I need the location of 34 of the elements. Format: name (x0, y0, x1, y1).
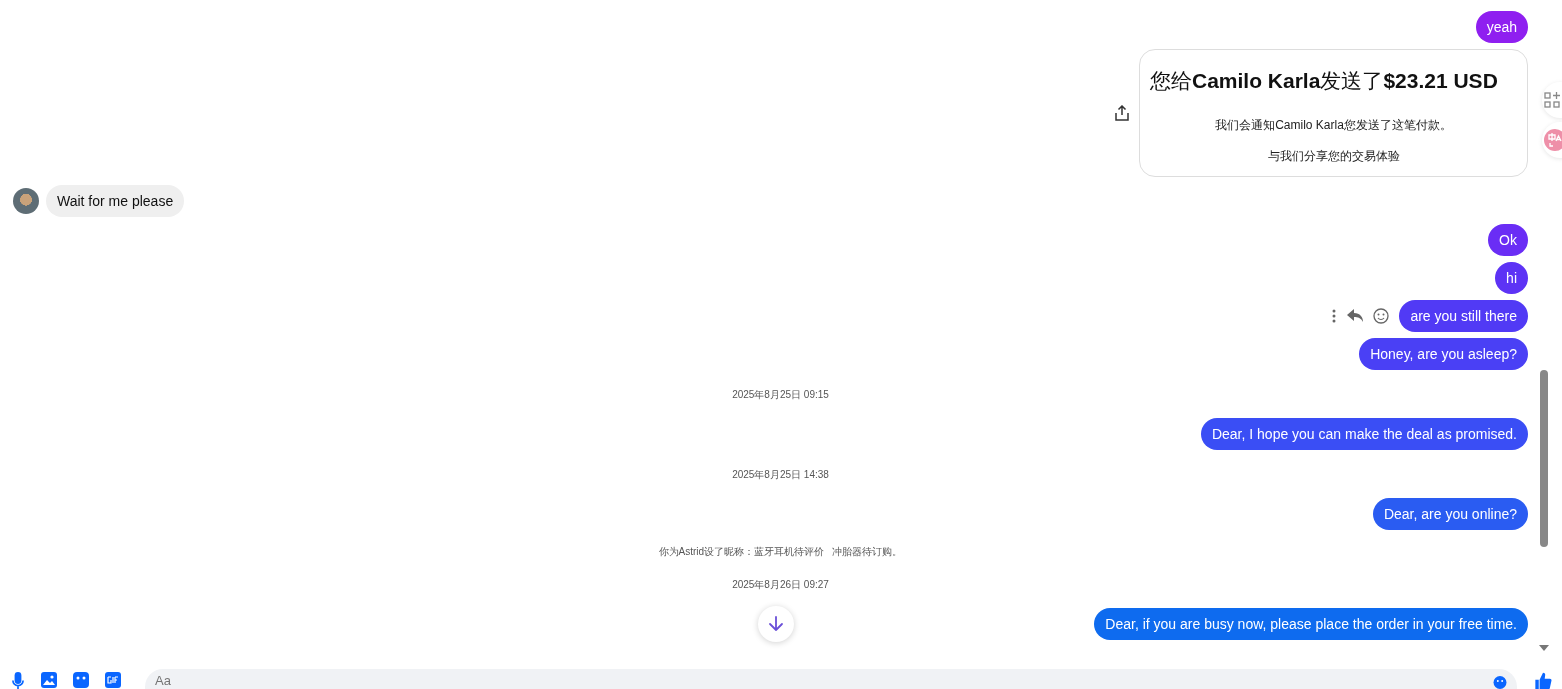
emoji-icon[interactable] (1491, 676, 1509, 689)
timestamp: 2025年8月25日 14:38 (732, 468, 829, 482)
smiley-icon[interactable] (1373, 308, 1390, 324)
microphone-icon[interactable] (11, 672, 25, 689)
share-icon[interactable] (1115, 105, 1129, 121)
gif-icon[interactable] (105, 672, 121, 688)
message-bubble: Dear, I hope you can make the deal as promised. (1200, 418, 1528, 450)
payment-text: 我们会通知Camilo Karla您发送了这笔付款。 (1215, 117, 1452, 134)
translate-icon (1544, 129, 1562, 151)
message-bubble: Wait for me please (46, 185, 185, 217)
image-icon[interactable] (41, 672, 57, 688)
scroll-down-button[interactable] (758, 606, 794, 642)
message-input[interactable]: Aa (145, 669, 1517, 689)
scrollbar-thumb[interactable] (1540, 370, 1548, 547)
message-bubble: are you still there (1399, 300, 1528, 332)
message-bubble: hi (1495, 262, 1528, 294)
payment-text: 与我们分享您的交易体验 (1267, 148, 1400, 165)
apps-icon (1544, 92, 1560, 108)
sticker-icon[interactable] (73, 672, 89, 688)
message-bubble: Dear, are you online? (1372, 498, 1528, 530)
message-bubble: Dear, if you are busy now, please place the order in your free time. (1094, 608, 1528, 640)
message-bubble: Honey, are you asleep? (1359, 338, 1528, 370)
scroll-down-arrow-icon[interactable] (1539, 645, 1549, 651)
timestamp: 2025年8月25日 09:15 (732, 388, 829, 402)
payment-title: 您给Camilo Karla发送了$23.21 USD (1149, 68, 1498, 94)
message-bubble: Ok (1488, 224, 1528, 256)
arrow-down-icon (767, 615, 785, 633)
timestamp: 2025年8月26日 09:27 (732, 578, 829, 592)
system-notice: 你为Astrid设了昵称：蓝牙耳机待评价 冲胎器待订购。 (658, 545, 903, 559)
message-bubble: yeah (1475, 11, 1528, 43)
thumbs-up-icon[interactable] (1533, 672, 1553, 689)
reply-icon[interactable] (1347, 309, 1364, 323)
more-icon[interactable] (1331, 309, 1338, 323)
avatar (13, 188, 39, 214)
